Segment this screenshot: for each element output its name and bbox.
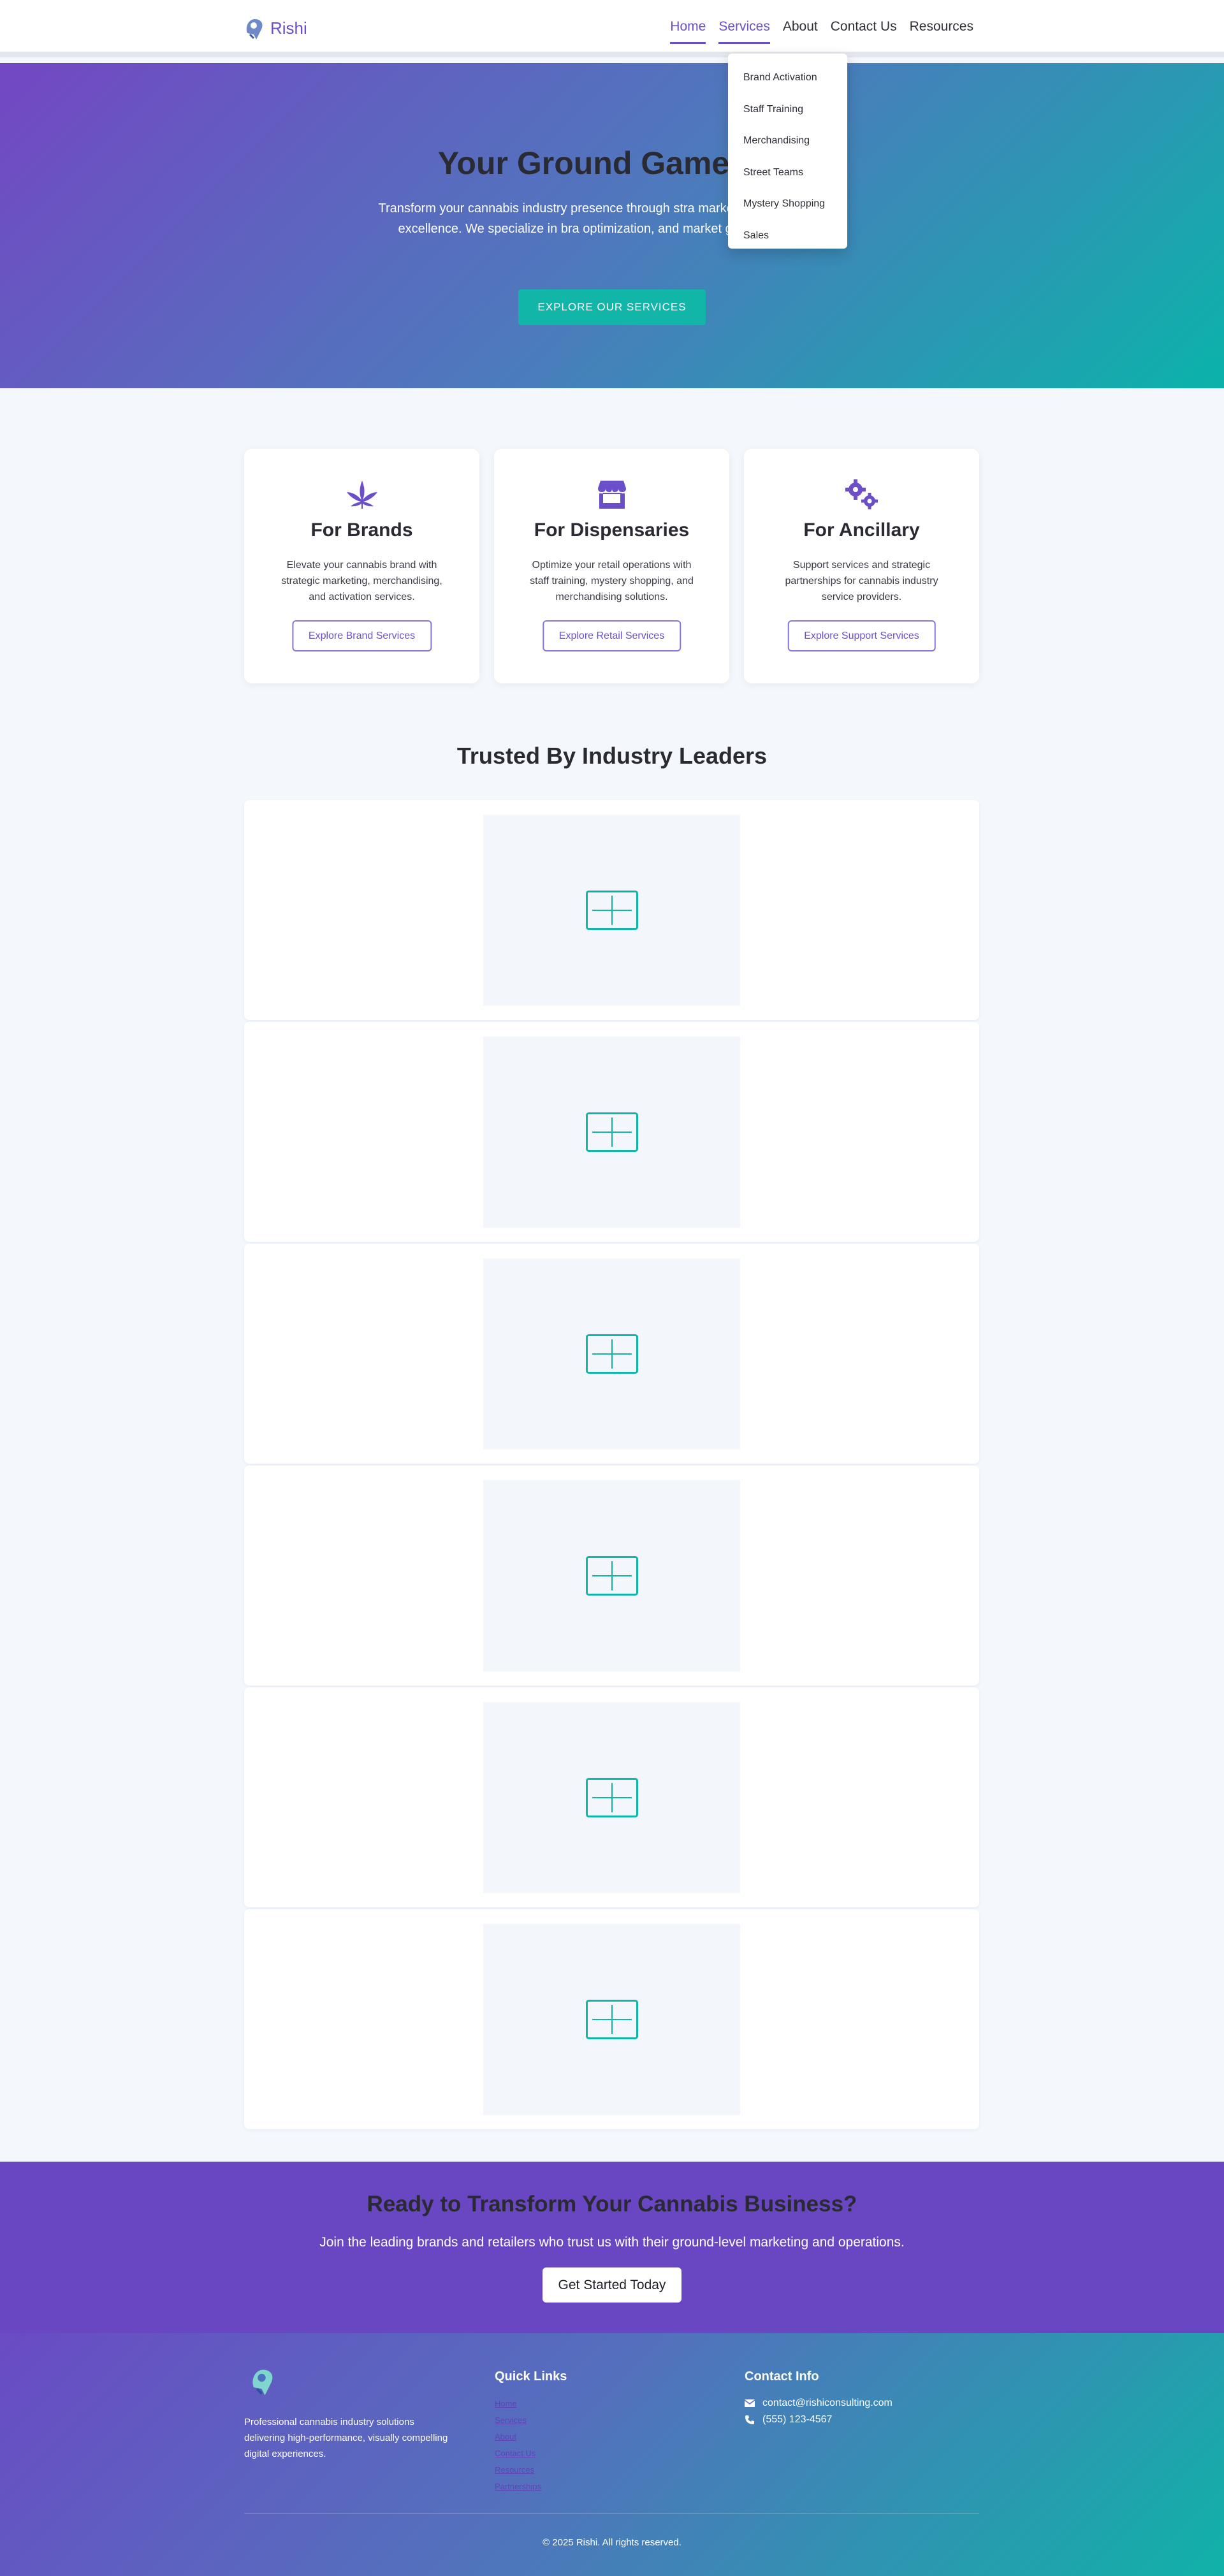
rishi-logo-icon <box>252 2369 273 2396</box>
contact-info: contact@rishiconsulting.com (555) 123-45… <box>745 2395 892 2428</box>
nav-home[interactable]: Home <box>670 19 706 44</box>
logo-placeholder <box>483 815 740 1006</box>
contact-info-heading: Contact Info <box>745 2369 819 2383</box>
services-dropdown-menu: Brand Activation Staff Training Merchand… <box>728 54 847 249</box>
main-nav: Home Services About Contact Us Resources <box>670 19 973 44</box>
footer-link-home[interactable]: Home <box>495 2396 541 2412</box>
image-placeholder-icon <box>586 2000 638 2039</box>
image-placeholder-icon <box>586 1112 638 1152</box>
menu-item-sales[interactable]: Sales <box>728 220 847 252</box>
explore-services-button[interactable]: EXPLORE OUR SERVICES <box>518 289 706 325</box>
quick-links-list: Home Services About Contact Us Resources… <box>495 2396 541 2495</box>
hero-title: Your Ground Game Ele <box>437 145 787 181</box>
footer-logo[interactable] <box>249 2365 278 2400</box>
copyright: © 2025 Rishi. All rights reserved. <box>543 2537 681 2548</box>
card-brands: For Brands Elevate your cannabis brand w… <box>244 449 479 683</box>
logo-text: Rishi <box>270 18 307 38</box>
explore-support-services-button[interactable]: Explore Support Services <box>787 620 936 651</box>
envelope-icon <box>745 2399 755 2407</box>
logo-placeholder <box>483 1037 740 1228</box>
partner-logo-card <box>244 1909 979 2129</box>
image-placeholder-icon <box>586 1334 638 1374</box>
cta-subtitle: Join the leading brands and retailers wh… <box>319 2235 905 2250</box>
footer-link-contact-us[interactable]: Contact Us <box>495 2445 541 2462</box>
cannabis-leaf-icon <box>346 481 377 509</box>
contact-email-row: contact@rishiconsulting.com <box>745 2395 892 2412</box>
site-header: Rishi Home Services About Contact Us Res… <box>0 0 1224 57</box>
cta-title: Ready to Transform Your Cannabis Busines… <box>367 2192 857 2216</box>
site-footer: Professional cannabis industry solutions… <box>0 2333 1224 2576</box>
menu-item-street-teams[interactable]: Street Teams <box>728 157 847 189</box>
logo-placeholder <box>483 1480 740 1671</box>
logo-placeholder <box>483 1258 740 1450</box>
partner-logo-card <box>244 1244 979 1464</box>
explore-brand-services-button[interactable]: Explore Brand Services <box>291 620 432 651</box>
logo-placeholder <box>483 1702 740 1893</box>
card-title: For Ancillary <box>803 520 920 541</box>
image-placeholder-icon <box>586 1556 638 1596</box>
nav-services[interactable]: Services <box>718 19 770 44</box>
brand-logo[interactable]: Rishi <box>244 15 307 41</box>
partner-logo-card <box>244 800 979 1020</box>
contact-phone[interactable]: (555) 123-4567 <box>762 2412 832 2428</box>
trusted-section-title: Trusted By Industry Leaders <box>456 743 768 769</box>
storefront-icon <box>597 481 626 509</box>
rishi-logo-icon <box>246 19 263 40</box>
footer-description: Professional cannabis industry solutions… <box>244 2417 448 2459</box>
partner-logo-card <box>244 1466 979 1685</box>
nav-contact-us[interactable]: Contact Us <box>831 19 897 44</box>
contact-phone-row: (555) 123-4567 <box>745 2412 892 2428</box>
nav-about[interactable]: About <box>783 19 818 44</box>
cta-section: Ready to Transform Your Cannabis Busines… <box>0 2162 1224 2333</box>
hero-section: Your Ground Game Ele Transform your cann… <box>0 63 1224 388</box>
explore-retail-services-button[interactable]: Explore Retail Services <box>542 620 681 651</box>
card-description: Support services and strategic partnersh… <box>785 560 938 602</box>
card-ancillary: For Ancillary Support services and strat… <box>744 449 979 683</box>
card-title: For Brands <box>310 520 413 541</box>
audience-cards: For Brands Elevate your cannabis brand w… <box>244 449 979 683</box>
menu-item-brand-activation[interactable]: Brand Activation <box>728 62 847 94</box>
phone-icon <box>745 2415 754 2424</box>
image-placeholder-icon <box>586 891 638 930</box>
card-title: For Dispensaries <box>534 520 690 541</box>
footer-link-partnerships[interactable]: Partnerships <box>495 2478 541 2495</box>
menu-item-merchandising[interactable]: Merchandising <box>728 125 847 157</box>
footer-divider <box>244 2513 979 2514</box>
get-started-button[interactable]: Get Started Today <box>543 2267 681 2303</box>
image-placeholder-icon <box>586 1778 638 1817</box>
card-description: Elevate your cannabis brand with strateg… <box>281 560 442 602</box>
quick-links-heading: Quick Links <box>495 2369 567 2383</box>
partner-logo-card <box>244 1687 979 1907</box>
logo-placeholder <box>483 1924 740 2115</box>
menu-item-mystery-shopping[interactable]: Mystery Shopping <box>728 188 847 220</box>
card-description: Optimize your retail operations with sta… <box>530 560 694 602</box>
partner-logos-list <box>244 800 979 2132</box>
card-dispensaries: For Dispensaries Optimize your retail op… <box>494 449 729 683</box>
menu-item-staff-training[interactable]: Staff Training <box>728 94 847 126</box>
nav-resources[interactable]: Resources <box>910 19 973 44</box>
partner-logo-card <box>244 1022 979 1242</box>
contact-email[interactable]: contact@rishiconsulting.com <box>762 2395 892 2412</box>
gears-icon <box>845 479 878 509</box>
footer-link-services[interactable]: Services <box>495 2412 541 2429</box>
footer-link-about[interactable]: About <box>495 2429 541 2445</box>
footer-link-resources[interactable]: Resources <box>495 2462 541 2478</box>
